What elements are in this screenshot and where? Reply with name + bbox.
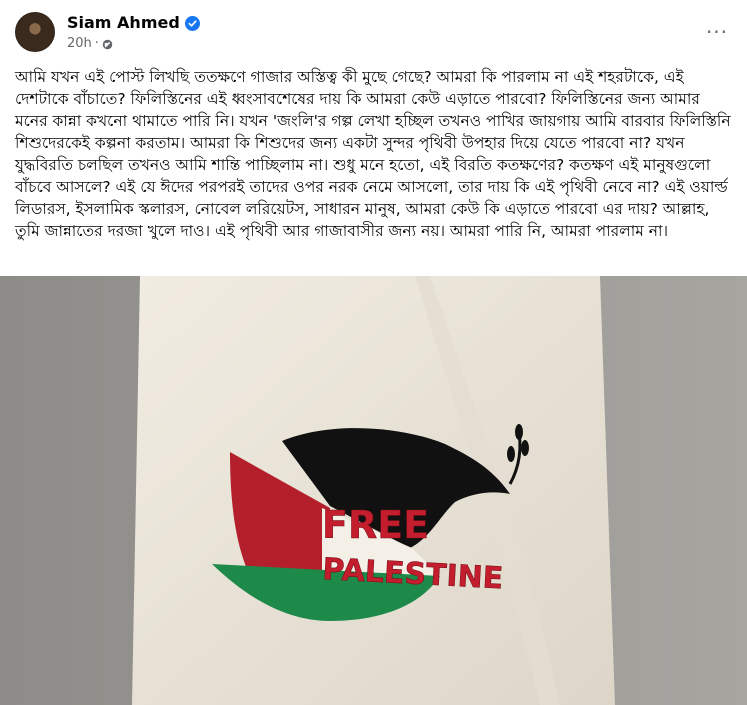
- more-options-icon: ···: [705, 20, 729, 44]
- embroidery-free-text: FREE: [322, 503, 429, 547]
- globe-icon[interactable]: [102, 39, 113, 50]
- post-text: আমি যখন এই পোস্ট লিখছি ততক্ষণে গাজার অস্…: [15, 68, 731, 240]
- more-options-button[interactable]: ···: [699, 18, 735, 46]
- post-time[interactable]: 20h: [67, 36, 92, 52]
- author-name[interactable]: Siam Ahmed: [67, 13, 180, 33]
- post-photo[interactable]: FREE PALESTINE: [0, 276, 747, 705]
- author-row: Siam Ahmed: [67, 13, 200, 33]
- post-header: Siam Ahmed 20h · ···: [0, 0, 747, 62]
- verified-badge-icon: [184, 15, 200, 31]
- avatar[interactable]: [15, 12, 55, 52]
- facebook-post: Siam Ahmed 20h · ··· আমি যখন এই পোস্ট লি…: [0, 0, 747, 705]
- post-meta: 20h ·: [67, 36, 113, 52]
- meta-separator: ·: [94, 36, 99, 51]
